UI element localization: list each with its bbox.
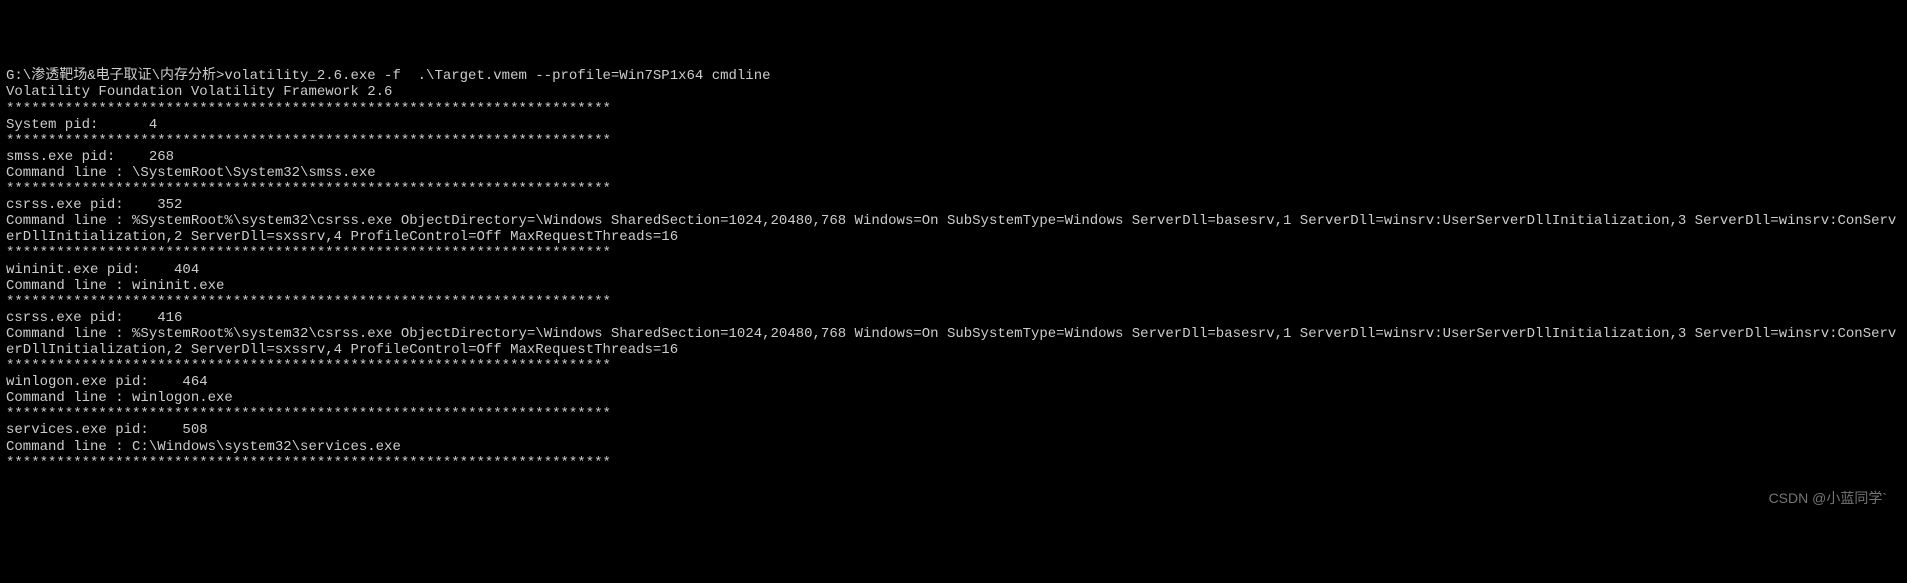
process-cmdline: Command line : C:\Windows\system32\servi… xyxy=(6,439,1901,455)
process-cmdline: Command line : %SystemRoot%\system32\csr… xyxy=(6,213,1901,245)
prompt-line: G:\渗透靶场&电子取证\内存分析>volatility_2.6.exe -f … xyxy=(6,68,1901,84)
terminal-output[interactable]: G:\渗透靶场&电子取证\内存分析>volatility_2.6.exe -f … xyxy=(6,68,1901,470)
separator: ****************************************… xyxy=(6,294,1901,310)
process-cmdline: Command line : wininit.exe xyxy=(6,278,1901,294)
process-cmdline: Command line : %SystemRoot%\system32\csr… xyxy=(6,326,1901,358)
process-header: csrss.exe pid: 416 xyxy=(6,310,1901,326)
separator: ****************************************… xyxy=(6,133,1901,149)
separator: ****************************************… xyxy=(6,101,1901,117)
separator: ****************************************… xyxy=(6,455,1901,471)
separator: ****************************************… xyxy=(6,245,1901,261)
separator: ****************************************… xyxy=(6,406,1901,422)
prompt-path: G:\渗透靶场&电子取证\内存分析> xyxy=(6,68,224,84)
watermark-text: CSDN @小蓝同学` xyxy=(1769,490,1887,506)
process-header: wininit.exe pid: 404 xyxy=(6,262,1901,278)
banner-line: Volatility Foundation Volatility Framewo… xyxy=(6,84,1901,100)
separator: ****************************************… xyxy=(6,358,1901,374)
process-header: services.exe pid: 508 xyxy=(6,422,1901,438)
process-header: System pid: 4 xyxy=(6,117,1901,133)
process-cmdline: Command line : winlogon.exe xyxy=(6,390,1901,406)
process-header: smss.exe pid: 268 xyxy=(6,149,1901,165)
command-text: volatility_2.6.exe -f .\Target.vmem --pr… xyxy=(224,68,770,84)
separator: ****************************************… xyxy=(6,181,1901,197)
process-header: winlogon.exe pid: 464 xyxy=(6,374,1901,390)
process-header: csrss.exe pid: 352 xyxy=(6,197,1901,213)
process-cmdline: Command line : \SystemRoot\System32\smss… xyxy=(6,165,1901,181)
